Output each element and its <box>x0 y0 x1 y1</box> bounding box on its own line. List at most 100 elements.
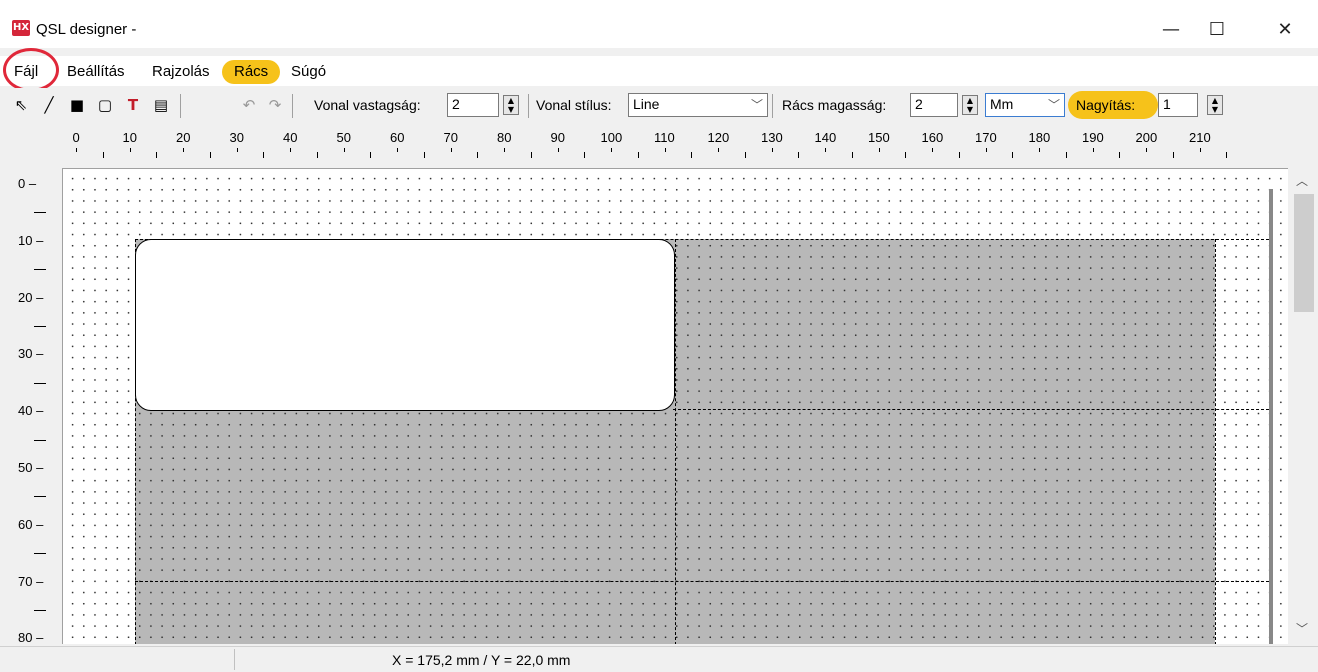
ruler-tick <box>397 148 398 152</box>
ruler-tick <box>423 152 425 158</box>
guide-line <box>135 581 1269 582</box>
ruler-label: 120 <box>707 130 730 145</box>
ruler-tick <box>1012 152 1014 158</box>
ruler-tick <box>34 382 46 384</box>
ruler-label: 150 <box>868 130 890 145</box>
window-title: QSL designer - <box>36 21 137 38</box>
guide-line <box>673 409 1269 410</box>
ruler-tick <box>1172 152 1174 158</box>
ruler-tick <box>637 152 639 158</box>
scroll-thumb[interactable] <box>1294 194 1314 312</box>
ruler-tick <box>1119 152 1121 158</box>
ruler-tick <box>156 152 158 158</box>
vertical-scrollbar[interactable]: ︿ ﹀ <box>1288 168 1318 644</box>
toolbar: ⇖ ╱ ■ ▢ T ▤ ↶ ↷ Vonal vastagság: 2 ▲ ▼ Vo… <box>0 88 1318 122</box>
pointer-tool-icon[interactable]: ⇖ <box>10 94 32 116</box>
ruler-tick <box>691 152 693 158</box>
ruler-tick <box>34 553 46 555</box>
scroll-down-icon[interactable]: ﹀ <box>1296 620 1308 637</box>
scroll-up-icon[interactable]: ︿ <box>1296 172 1308 189</box>
design-canvas[interactable] <box>62 168 1288 644</box>
ruler-tick <box>316 152 318 158</box>
maximize-button[interactable]: ☐ <box>1194 14 1240 46</box>
line-style-select[interactable]: Line ﹀ <box>628 93 768 117</box>
line-width-spinner[interactable]: ▲ ▼ <box>503 95 519 115</box>
redo-icon[interactable]: ↷ <box>264 94 286 116</box>
chevron-down-icon: ﹀ <box>1047 98 1060 112</box>
menu-draw[interactable]: Rajzolás <box>147 60 215 84</box>
chevron-down-icon: ﹀ <box>750 98 763 112</box>
unit-select[interactable]: Mm ﹀ <box>985 93 1065 117</box>
ruler-tick <box>34 212 46 214</box>
ruler-label: 10 – <box>18 232 44 248</box>
ruler-label: 190 <box>1082 130 1104 145</box>
rectangle-tool-icon[interactable]: ■ <box>66 94 88 116</box>
grid-height-label: Rács magasság: <box>782 97 887 113</box>
vertical-ruler: 0 – 10 – 20 – 30 – 40 – 50 – 60 – 70 – 80 – <box>0 168 62 668</box>
undo-icon[interactable]: ↶ <box>238 94 260 116</box>
ruler-tick <box>129 148 131 152</box>
ruler-tick <box>985 148 987 152</box>
ruler-tick <box>183 148 184 152</box>
separator <box>292 94 293 118</box>
menu-settings[interactable]: Beállítás <box>62 60 130 84</box>
grid-height-field[interactable]: 2 <box>910 93 958 117</box>
ruler-tick <box>370 152 372 158</box>
highlight-circle <box>3 48 59 92</box>
menu-help[interactable]: Súgó <box>286 60 331 84</box>
rounded-rect-tool-icon[interactable]: ▢ <box>94 94 116 116</box>
close-button[interactable]: ✕ <box>1262 14 1308 46</box>
ruler-tick <box>343 148 345 152</box>
menu-grid[interactable]: Rács <box>222 60 281 84</box>
ruler-tick <box>34 496 46 498</box>
ruler-label: 110 <box>654 130 675 145</box>
ruler-label: 0 – <box>18 176 37 191</box>
line-width-field[interactable]: 2 <box>447 93 499 117</box>
ruler-tick <box>450 148 452 152</box>
menu-bar: Fájl Beállítás Rajzolás Rács Súgó <box>0 56 1318 86</box>
status-separator <box>234 649 235 670</box>
ruler-tick <box>209 152 211 158</box>
ruler-tick <box>851 152 853 158</box>
ruler-label: 130 <box>761 130 783 145</box>
guide-line <box>135 239 136 644</box>
ruler-label: 10 <box>122 130 137 145</box>
guide-line <box>675 239 676 644</box>
ruler-label: 40 – <box>18 403 44 419</box>
ruler-label: 80 – <box>18 630 44 646</box>
zoom-label: Nagyítás: <box>1076 97 1136 113</box>
line-tool-icon[interactable]: ╱ <box>38 94 60 116</box>
ruler-label: 30 – <box>18 346 44 362</box>
ruler-tick <box>932 148 933 152</box>
cursor-coordinates: X = 175,2 mm / Y = 22,0 mm <box>392 652 571 668</box>
ruler-tick <box>664 148 666 152</box>
ruler-tick <box>798 152 800 158</box>
ruler-label: 210 <box>1189 130 1211 145</box>
rounded-rectangle-shape[interactable] <box>135 239 675 411</box>
ruler-tick <box>744 152 746 158</box>
ruler-tick <box>76 148 77 152</box>
list-tool-icon[interactable]: ▤ <box>150 94 172 116</box>
zoom-field[interactable]: 1 <box>1158 93 1198 117</box>
ruler-label: 200 <box>1135 130 1158 145</box>
unit-value: Mm <box>990 96 1014 112</box>
ruler-tick <box>477 152 479 158</box>
grid-height-spinner[interactable]: ▲ ▼ <box>962 95 978 115</box>
ruler-tick <box>1039 148 1040 152</box>
line-style-value: Line <box>633 96 660 112</box>
ruler-tick <box>1226 152 1228 158</box>
ruler-label: 140 <box>814 130 837 145</box>
ruler-tick <box>34 610 46 611</box>
ruler-label: 0 <box>72 130 80 145</box>
ruler-label: 20 – <box>18 289 44 305</box>
zoom-spinner[interactable]: ▲ ▼ <box>1207 95 1223 115</box>
ruler-tick <box>825 148 826 152</box>
ruler-label: 70 <box>443 130 458 145</box>
ruler-label: 60 – <box>18 516 44 532</box>
ruler-label: 90 <box>550 130 565 145</box>
text-tool-icon[interactable]: T <box>122 94 144 116</box>
ruler-label: 60 <box>390 130 405 145</box>
minimize-button[interactable]: — <box>1148 14 1194 46</box>
page-edge <box>1269 189 1273 644</box>
ruler-tick <box>771 148 773 152</box>
